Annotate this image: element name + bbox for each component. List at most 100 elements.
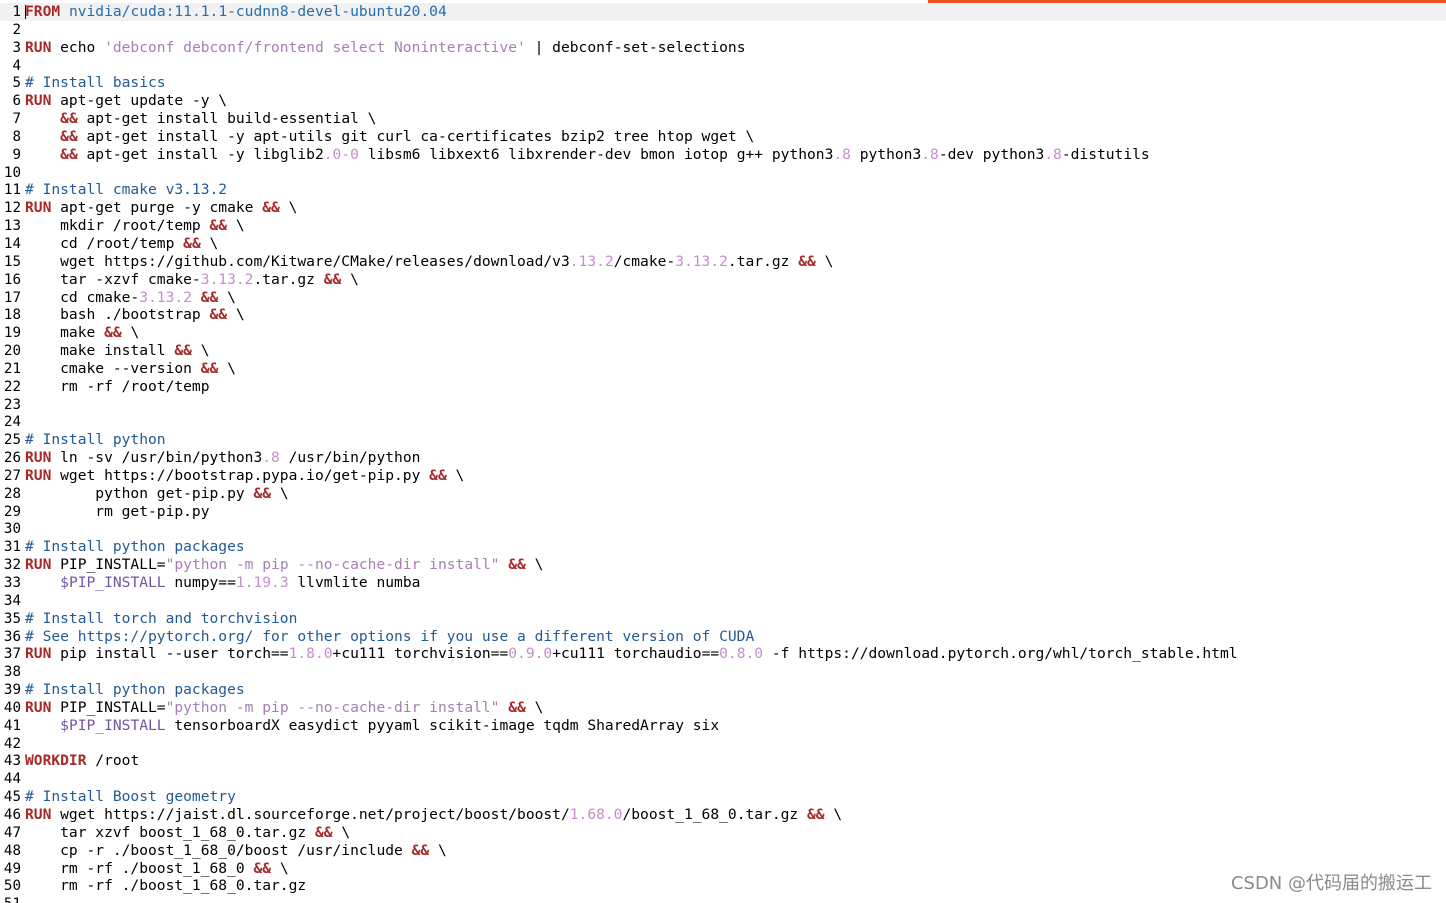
code-line[interactable]: 5 # Install basics [0,74,1446,92]
code-line[interactable]: 20 make install && \ [0,342,1446,360]
code-token: .8 [921,145,939,163]
code-token: tar xzvf boost_1_68_0.tar.gz [25,823,315,841]
code-token: /cmake- [613,252,676,270]
line-code: && apt-get install -y apt-utils git curl… [21,128,754,146]
code-token: FROM [25,3,61,20]
code-line[interactable]: 51 [0,895,1446,903]
code-line[interactable]: 30 [0,520,1446,538]
code-token: /usr/bin/python [279,449,421,467]
code-line[interactable]: 3 RUN echo 'debconf debconf/frontend sele… [0,39,1446,57]
code-line[interactable]: 9 && apt-get install -y libglib2.0-0 lib… [0,146,1446,164]
code-line[interactable]: 19 make && \ [0,324,1446,342]
code-token: && [314,823,333,841]
line-code: && apt-get install -y libglib2.0-0 libsm… [21,146,1150,164]
code-token: wget https://bootstrap.pypa.io/get-pip.p… [51,466,430,484]
code-token: -f https://download.pytorch.org/whl/torc… [763,645,1238,663]
code-token: RUN [25,38,52,56]
code-line[interactable]: 45 # Install Boost geometry [0,788,1446,806]
code-token: 1.19.3 [235,574,289,591]
code-line[interactable]: 35 # Install torch and torchvision [0,610,1446,628]
code-token: wget https://github.com/Kitware/CMake/re… [25,252,570,270]
code-line[interactable]: 6 RUN apt-get update -y \ [0,92,1446,110]
code-editor[interactable]: 1 FROM nvidia/cuda:11.1.1-cudnn8-devel-ub… [0,3,1446,903]
code-line[interactable]: 4 [0,57,1446,75]
code-line[interactable]: 39 # Install python packages [0,681,1446,699]
line-number: 32 [3,557,21,574]
code-line[interactable]: 44 [0,770,1446,788]
code-line[interactable]: 15 wget https://github.com/Kitware/CMake… [0,253,1446,271]
code-token: && [200,288,219,306]
code-line[interactable]: 23 [0,396,1446,414]
line-number: 2 [12,21,21,38]
line-code: cd /root/temp && \ [21,235,218,253]
code-line[interactable]: 24 [0,413,1446,431]
code-token: tensorboardX easydict pyyaml scikit-imag… [165,716,720,734]
code-line[interactable]: 14 cd /root/temp && \ [0,235,1446,253]
line-code: wget https://github.com/Kitware/CMake/re… [21,253,833,271]
code-line[interactable]: 40 RUN PIP_INSTALL="python -m pip --no-ca… [0,699,1446,717]
code-token: \ [446,466,465,484]
code-line[interactable]: 8 && apt-get install -y apt-utils git cu… [0,128,1446,146]
line-number: 39 [3,682,21,699]
code-line[interactable]: 48 cp -r ./boost_1_68_0/boost /usr/inclu… [0,842,1446,860]
code-line[interactable]: 31 # Install python packages [0,538,1446,556]
code-line[interactable]: 34 [0,592,1446,610]
code-line[interactable]: 27 RUN wget https://bootstrap.pypa.io/get… [0,467,1446,485]
line-number: 47 [3,824,21,841]
code-token: \ [525,698,544,716]
line-number: 17 [3,289,21,306]
code-line[interactable]: 28 python get-pip.py && \ [0,485,1446,503]
code-line[interactable]: 21 cmake --version && \ [0,360,1446,378]
code-token: ln -sv /usr/bin/python3 [51,449,263,467]
line-code: rm -rf /root/temp [21,378,209,396]
line-number: 23 [3,396,21,413]
code-token: RUN [25,556,52,574]
code-token: && [60,145,78,163]
code-line[interactable]: 18 bash ./bootstrap && \ [0,306,1446,324]
code-line[interactable]: 38 [0,663,1446,681]
line-number: 5 [12,75,21,92]
code-token: && [253,484,272,502]
code-line[interactable]: 43 WORKDIR /root [0,752,1446,770]
code-token: .0-0 [323,145,359,163]
code-line[interactable]: 22 rm -rf /root/temp [0,378,1446,396]
code-line[interactable]: 33 $PIP_INSTALL numpy==1.19.3 llvmlite n… [0,574,1446,592]
line-code: # Install basics [21,74,166,92]
line-code: # Install python [21,431,166,449]
code-line[interactable]: 32 RUN PIP_INSTALL="python -m pip --no-ca… [0,556,1446,574]
code-line[interactable]: 11 # Install cmake v3.13.2 [0,181,1446,199]
code-line[interactable]: 13 mkdir /root/temp && \ [0,217,1446,235]
code-line[interactable]: 36 # See https://pytorch.org/ for other o… [0,628,1446,646]
code-line[interactable]: 1 FROM nvidia/cuda:11.1.1-cudnn8-devel-ub… [0,3,1446,21]
code-line[interactable]: 17 cd cmake-3.13.2 && \ [0,289,1446,307]
code-line[interactable]: 16 tar -xzvf cmake-3.13.2.tar.gz && \ [0,271,1446,289]
line-number: 9 [12,146,21,163]
code-line[interactable]: 29 rm get-pip.py [0,503,1446,521]
line-number: 30 [3,521,21,538]
code-line[interactable]: 47 tar xzvf boost_1_68_0.tar.gz && \ [0,824,1446,842]
code-token: && [253,859,272,877]
code-token: RUN [25,449,52,467]
code-line[interactable]: 42 [0,735,1446,753]
code-token: $PIP_INSTALL [60,574,166,591]
code-line[interactable]: 50 rm -rf ./boost_1_68_0.tar.gz [0,877,1446,895]
line-code: # See https://pytorch.org/ for other opt… [21,628,754,646]
code-line[interactable]: 26 RUN ln -sv /usr/bin/python3.8 /usr/bin… [0,449,1446,467]
code-line[interactable]: 2 [0,21,1446,39]
code-token: && [60,110,78,128]
code-line[interactable]: 46 RUN wget https://jaist.dl.sourceforge.… [0,806,1446,824]
code-line[interactable]: 25 # Install python [0,431,1446,449]
code-line[interactable]: 49 rm -rf ./boost_1_68_0 && \ [0,860,1446,878]
code-line[interactable]: 37 RUN pip install --user torch==1.8.0+cu… [0,645,1446,663]
code-token: && [323,270,342,288]
code-line[interactable]: 7 && apt-get install build-essential \ [0,110,1446,128]
code-line[interactable]: 12 RUN apt-get purge -y cmake && \ [0,199,1446,217]
code-line[interactable]: 41 $PIP_INSTALL tensorboardX easydict py… [0,717,1446,735]
line-code: RUN PIP_INSTALL="python -m pip --no-cach… [21,556,543,574]
line-code: RUN apt-get purge -y cmake && \ [21,199,297,217]
code-token: # Install cmake v3.13.2 [25,181,228,199]
code-line[interactable]: 10 [0,164,1446,182]
